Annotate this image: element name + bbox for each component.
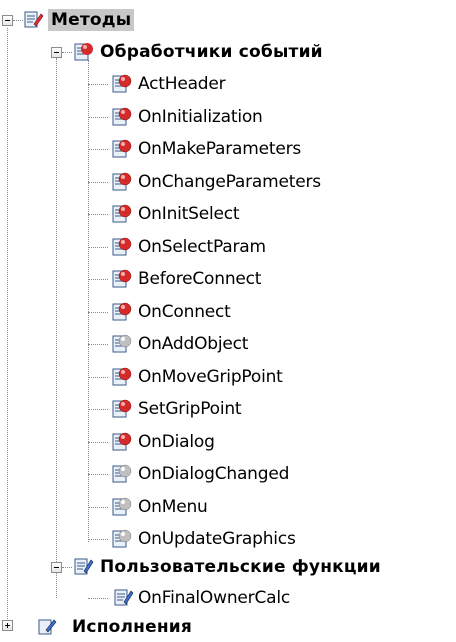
tree-item-event-handler[interactable]: BeforeConnect	[0, 262, 456, 292]
tree-item-event-handler[interactable]: OnConnect	[0, 295, 456, 325]
red-method-icon	[110, 268, 132, 290]
tree-item-label: BeforeConnect	[138, 269, 262, 289]
executions-icon	[36, 616, 58, 638]
tree-item-event-handler[interactable]: OnChangeParameters	[0, 165, 456, 195]
tree-item-event-handler[interactable]: OnMoveGripPoint	[0, 360, 456, 390]
tree-item-label: OnMakeParameters	[138, 139, 302, 159]
tree-item-event-handler[interactable]: SetGripPoint	[0, 392, 456, 422]
red-method-icon	[110, 106, 132, 128]
red-method-icon	[110, 73, 132, 95]
red-method-icon	[110, 171, 132, 193]
tree-item-event-handler[interactable]: OnMenu	[0, 490, 456, 520]
tree-node-executions[interactable]: Исполнения	[0, 610, 456, 640]
tree-item-label: OnSelectParam	[138, 236, 266, 257]
tree-item-label: OnConnect	[138, 301, 231, 322]
tree-item-event-handler[interactable]: OnDialog	[0, 425, 456, 455]
red-method-icon	[110, 236, 132, 258]
red-method-icon	[110, 301, 132, 323]
tree-item-label: OnAddObject	[138, 334, 249, 354]
expand-icon[interactable]	[2, 620, 13, 631]
tree-item-label: OnInitialization	[138, 106, 263, 127]
methods-folder-icon	[22, 9, 44, 31]
tree-item-label: SetGripPoint	[138, 399, 242, 419]
tree-item-event-handler[interactable]: OnInitialization	[0, 100, 456, 130]
tree-node-methods[interactable]: Методы	[0, 5, 200, 35]
tree-item-event-handler[interactable]: OnMakeParameters	[0, 132, 456, 162]
tree-item-event-handler[interactable]: OnDialogChanged	[0, 457, 456, 487]
tree-item-event-handler[interactable]: OnAddObject	[0, 327, 456, 357]
red-method-icon	[110, 138, 132, 160]
red-method-icon	[110, 431, 132, 453]
tree-item-event-handler[interactable]: OnInitSelect	[0, 197, 456, 227]
tree-label-methods: Методы	[48, 9, 135, 31]
collapse-icon[interactable]	[51, 47, 62, 58]
tree-label-user-functions: Пользовательские функции	[100, 557, 381, 577]
tree-label-event-handlers: Обработчики событий	[100, 42, 323, 62]
tree-item-label: OnDialogChanged	[138, 464, 290, 484]
user-functions-icon	[72, 556, 94, 578]
gray-method-icon	[110, 333, 132, 355]
tree-item-event-handler[interactable]: ActHeader	[0, 67, 456, 97]
collapse-icon[interactable]	[51, 562, 62, 573]
tree-item-label: OnDialog	[138, 431, 215, 452]
tree-item-label: OnMenu	[138, 496, 208, 517]
collapse-icon[interactable]	[2, 15, 13, 26]
red-method-icon	[110, 203, 132, 225]
tree-item-label: OnMoveGripPoint	[138, 366, 283, 387]
event-handlers-icon	[72, 41, 94, 63]
gray-method-icon	[110, 496, 132, 518]
tree-node-event-handlers[interactable]: Обработчики событий	[0, 35, 456, 65]
tree-item-event-handler[interactable]: OnSelectParam	[0, 230, 456, 260]
tree-node-user-functions[interactable]: Пользовательские функции	[0, 548, 456, 578]
methods-tree: Методы Обработчики событий ActHeader OnIn…	[0, 0, 456, 637]
user-function-icon	[112, 587, 134, 609]
gray-method-icon	[110, 463, 132, 485]
tree-item-label: OnUpdateGraphics	[138, 529, 296, 549]
tree-item-label: ActHeader	[138, 74, 226, 94]
gray-method-icon	[110, 528, 132, 550]
tree-item-label: OnChangeParameters	[138, 171, 321, 192]
tree-item-label: OnInitSelect	[138, 204, 240, 224]
tree-label-executions: Исполнения	[72, 617, 193, 637]
red-method-icon	[110, 366, 132, 388]
tree-label-user-function: OnFinalOwnerCalc	[138, 588, 290, 608]
tree-item-user-function[interactable]: OnFinalOwnerCalc	[0, 579, 456, 609]
red-method-icon	[110, 398, 132, 420]
